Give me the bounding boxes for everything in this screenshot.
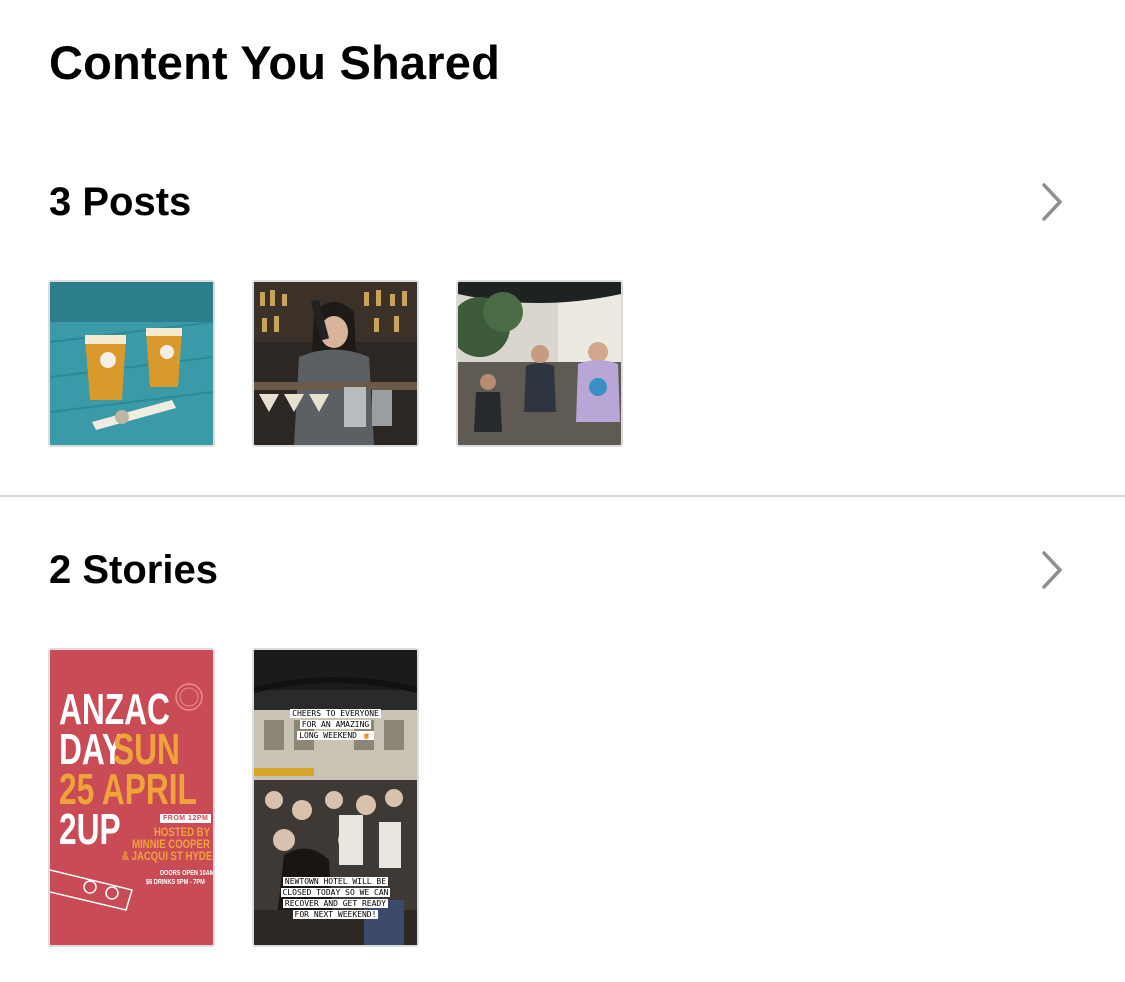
caption-top-line-2: FOR AN AMAZING	[299, 720, 372, 729]
stories-count-label: 2 Stories	[49, 548, 218, 592]
anzac-poster: ANZAC DAY SUN 25 APRIL 2UP FROM 12PM HOS…	[50, 650, 213, 945]
poster-doors-line-2: $6 DRINKS 5PM - 7PM	[146, 879, 205, 886]
caption-bottom-line-2: CLOSED TODAY SO WE CAN	[280, 888, 391, 897]
poster-line-anzac: ANZAC	[59, 685, 170, 734]
story-caption-bottom: NEWTOWN HOTEL WILL BE CLOSED TODAY SO WE…	[254, 876, 417, 920]
caption-bottom-line-4: FOR NEXT WEEKEND!	[292, 910, 379, 919]
poster-hosted-line-3: & JACQUI ST HYDE	[122, 849, 213, 863]
section-divider	[0, 495, 1125, 497]
caption-top-line-3: LONG WEEKEND 🍺	[297, 731, 374, 740]
poster-from-time: FROM 12PM	[160, 814, 212, 823]
chevron-right-icon[interactable]	[1039, 550, 1065, 590]
poster-line-sun: SUN	[113, 725, 180, 774]
poster-line-2up: 2UP	[59, 805, 121, 854]
posts-count-label: 3 Posts	[49, 180, 192, 224]
caption-bottom-line-3: RECOVER AND GET READY	[282, 899, 389, 908]
story-thumbnail-anzac-poster[interactable]: ANZAC DAY SUN 25 APRIL 2UP FROM 12PM HOS…	[48, 648, 215, 947]
post-thumbnail-beers[interactable]	[48, 280, 215, 447]
chevron-right-icon[interactable]	[1039, 182, 1065, 222]
page-title: Content You Shared	[49, 36, 500, 89]
two-up-paddle-icon	[50, 869, 133, 911]
pub-logo-icon	[175, 683, 203, 711]
poster-doors-line-1: DOORS OPEN 10AM	[160, 870, 213, 877]
stories-section-header[interactable]: 2 Stories	[49, 540, 1065, 600]
posts-section-header[interactable]: 3 Posts	[49, 172, 1065, 232]
poster-line-date: 25 APRIL	[59, 765, 197, 814]
story-thumbnail-newtown-hotel[interactable]: CHEERS TO EVERYONE FOR AN AMAZING LONG W…	[252, 648, 419, 947]
story-caption-top: CHEERS TO EVERYONE FOR AN AMAZING LONG W…	[254, 708, 417, 741]
post-thumbnail-bartender[interactable]	[252, 280, 419, 447]
post-thumbnail-pub-crowd[interactable]	[456, 280, 623, 447]
caption-top-line-1: CHEERS TO EVERYONE	[290, 709, 381, 718]
caption-bottom-line-1: NEWTOWN HOTEL WILL BE	[282, 877, 389, 886]
